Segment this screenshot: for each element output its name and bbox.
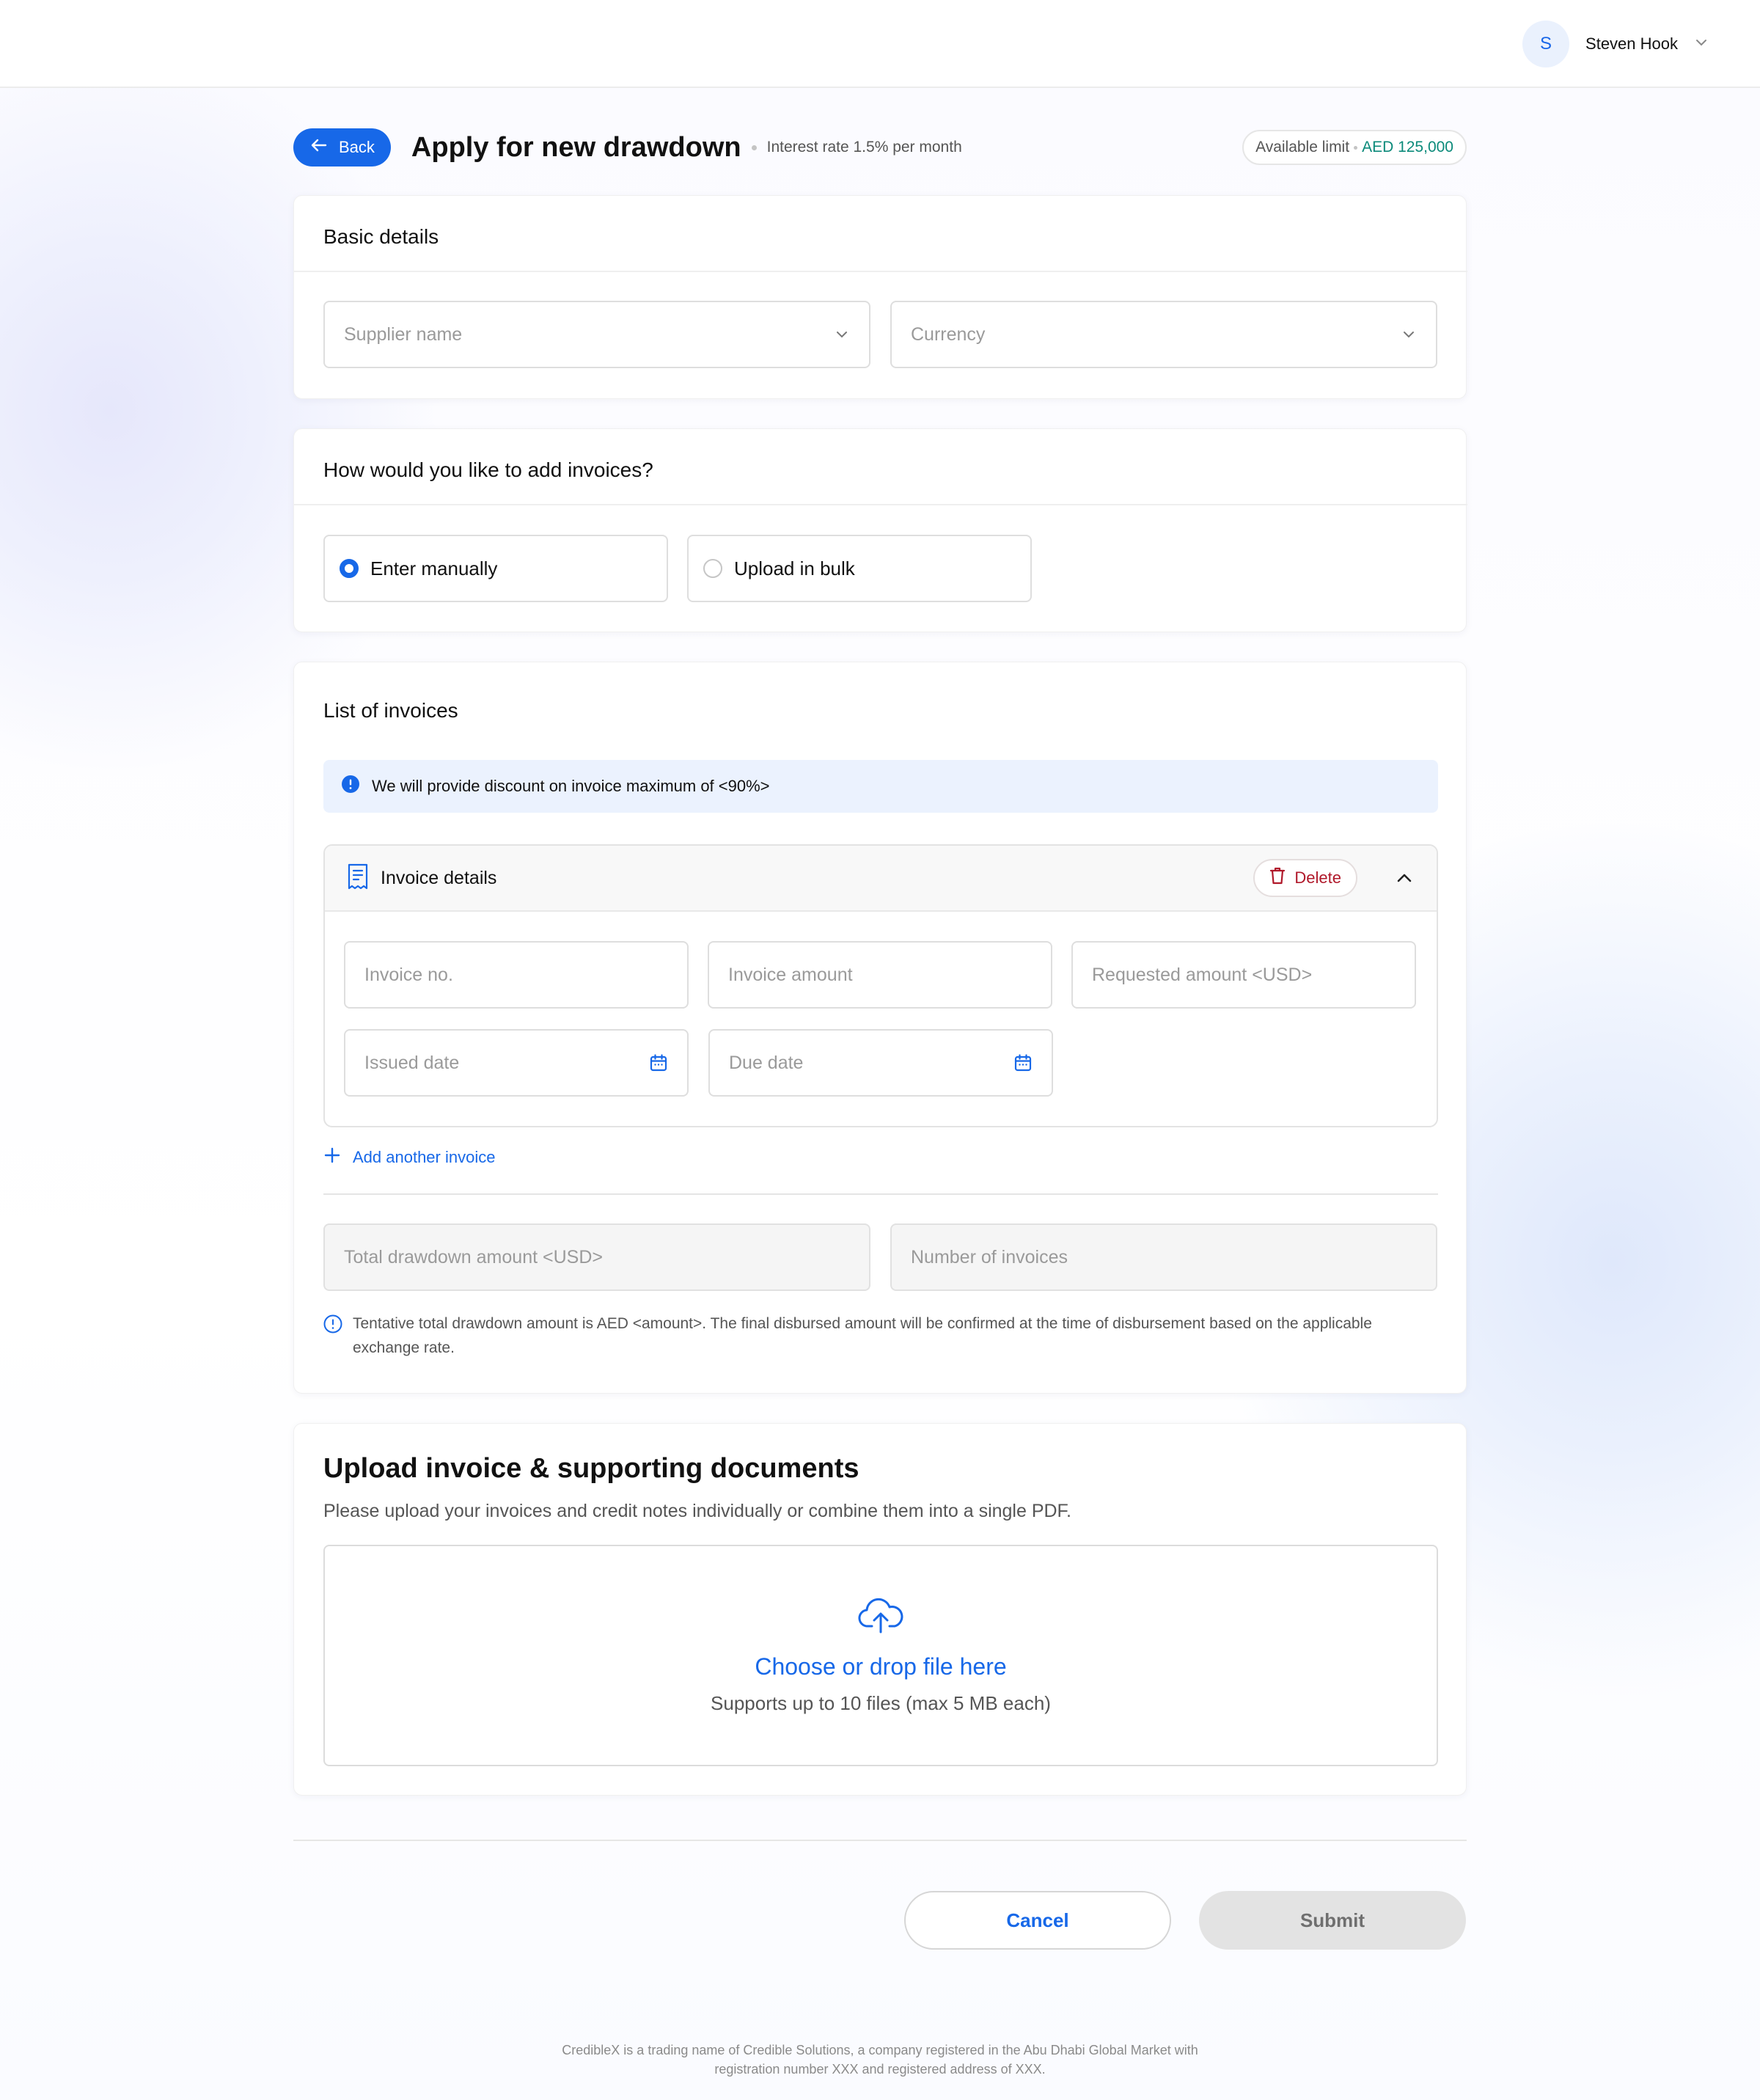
invoice-amount-input[interactable]: Invoice amount [708,941,1052,1009]
calendar-icon[interactable] [1013,1053,1033,1072]
chevron-down-icon[interactable] [1694,35,1709,54]
dropzone-hint: Supports up to 10 files (max 5 MB each) [711,1691,1051,1714]
user-name[interactable]: Steven Hook [1585,34,1678,54]
section-title: List of invoices [323,699,458,722]
cloud-upload-icon [858,1597,903,1639]
arrow-left-icon [309,136,329,159]
submit-button[interactable]: Submit [1199,1891,1466,1950]
discount-info-banner: We will provide discount on invoice maxi… [323,760,1438,813]
due-date-input[interactable]: Due date [708,1029,1053,1097]
divider [293,1840,1467,1841]
file-dropzone[interactable]: Choose or drop file here Supports up to … [323,1545,1438,1766]
field-placeholder: Number of invoices [911,1246,1068,1267]
invoice-item-header: Invoice details Delete [325,846,1437,912]
input-placeholder: Invoice no. [364,964,453,985]
radio-label: Enter manually [370,557,498,579]
legal-line: CredibleX is a trading name of Credible … [562,2043,1198,2057]
limit-label: Available limit [1255,139,1350,156]
info-icon [341,775,360,798]
page-title: Apply for new drawdown [411,131,741,163]
invoice-item-title: Invoice details [381,867,497,888]
input-placeholder: Due date [729,1052,804,1073]
radio-enter-manually[interactable]: Enter manually [323,535,668,602]
limit-value: AED 125,000 [1362,139,1453,156]
divider [294,271,1467,272]
chevron-down-icon [1401,326,1417,343]
issued-date-input[interactable]: Issued date [344,1029,689,1097]
basic-details-card: Basic details Supplier name Currency [293,195,1467,399]
divider [294,504,1467,505]
interest-rate: Interest rate 1.5% per month [766,139,962,156]
radio-unselected-icon [703,559,722,578]
field-placeholder: Total drawdown amount <USD> [344,1246,603,1267]
invoice-method-card: How would you like to add invoices? Ente… [293,428,1467,632]
input-placeholder: Invoice amount [728,964,853,985]
section-title: Basic details [323,225,439,248]
requested-amount-input[interactable]: Requested amount <USD> [1071,941,1416,1009]
avatar[interactable]: S [1522,21,1570,67]
upload-subtitle: Please upload your invoices and credit n… [323,1501,1072,1521]
back-label: Back [339,138,375,156]
input-placeholder: Requested amount <USD> [1092,964,1313,985]
chevron-up-icon[interactable] [1394,868,1415,888]
upload-documents-card: Upload invoice & supporting documents Pl… [293,1423,1467,1796]
invoice-no-input[interactable]: Invoice no. [344,941,689,1009]
invoice-item: Invoice details Delete Invoice no. Invoi… [323,844,1438,1127]
radio-label: Upload in bulk [734,557,855,579]
legal-disclaimer: CredibleX is a trading name of Credible … [0,2041,1760,2079]
upload-title: Upload invoice & supporting documents [323,1453,859,1484]
plus-icon [323,1146,341,1168]
separator-dot [751,144,757,150]
note-text: Tentative total drawdown amount is AED <… [353,1315,1372,1356]
chevron-down-icon [834,326,850,343]
divider [323,1193,1438,1195]
add-another-invoice-link[interactable]: Add another invoice [323,1146,495,1168]
page-header: Back Apply for new drawdown Interest rat… [293,128,1467,167]
back-button[interactable]: Back [293,128,391,167]
cancel-button[interactable]: Cancel [904,1891,1171,1950]
number-of-invoices-field: Number of invoices [890,1223,1437,1291]
invoice-list-card: List of invoices We will provide discoun… [293,662,1467,1394]
add-invoice-label: Add another invoice [353,1148,496,1166]
available-limit-badge: Available limit AED 125,000 [1242,130,1467,165]
exchange-rate-note: Tentative total drawdown amount is AED <… [323,1311,1438,1360]
radio-selected-icon [340,559,359,578]
dropzone-title[interactable]: Choose or drop file here [755,1653,1006,1680]
calendar-icon[interactable] [649,1053,668,1072]
info-outline-icon [323,1314,342,1360]
legal-line: registration number XXX and registered a… [714,2062,1046,2077]
user-menu[interactable]: S Steven Hook [1522,21,1709,67]
supplier-placeholder: Supplier name [344,323,463,345]
receipt-icon [347,863,369,893]
currency-select[interactable]: Currency [890,301,1437,368]
delete-label: Delete [1294,868,1341,887]
currency-placeholder: Currency [911,323,986,345]
total-drawdown-field: Total drawdown amount <USD> [323,1223,870,1291]
top-bar: S Steven Hook [0,0,1760,88]
delete-invoice-button[interactable]: Delete [1253,859,1357,897]
info-text: We will provide discount on invoice maxi… [372,777,770,795]
trash-icon [1269,867,1286,889]
section-title: How would you like to add invoices? [323,458,653,481]
input-placeholder: Issued date [364,1052,460,1073]
supplier-name-select[interactable]: Supplier name [323,301,870,368]
radio-upload-bulk[interactable]: Upload in bulk [687,535,1032,602]
separator-dot [1354,145,1358,150]
